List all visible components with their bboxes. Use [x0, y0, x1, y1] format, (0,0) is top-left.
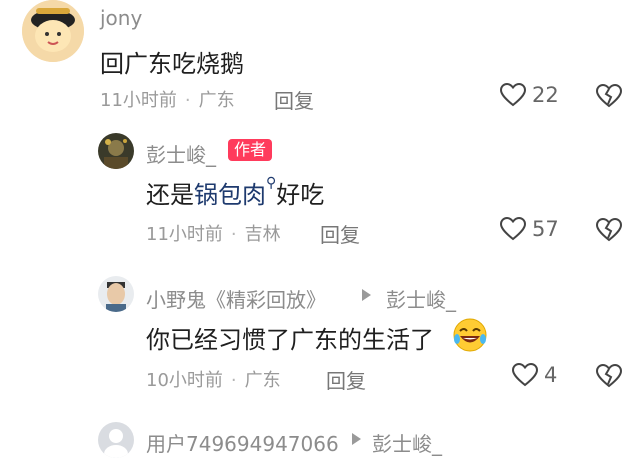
reply-arrow-icon	[350, 432, 362, 446]
username[interactable]: jony	[100, 6, 142, 30]
like-button[interactable]: 4	[512, 363, 557, 387]
comment-time: 11小时前	[146, 224, 223, 245]
heart-icon	[512, 363, 538, 387]
comment-text: 还是锅包肉⚲好吃	[146, 175, 324, 210]
reply-arrow-icon	[360, 288, 372, 302]
like-count: 57	[532, 217, 559, 241]
comment-location: 吉林	[244, 224, 281, 245]
avatar[interactable]	[98, 133, 134, 169]
comment-meta: 10小时前 · 广东	[146, 370, 281, 391]
reply-to-username[interactable]: 彭士峻_	[372, 428, 442, 457]
author-badge: 作者	[228, 139, 273, 161]
dislike-button[interactable]	[596, 218, 622, 242]
like-count: 22	[532, 83, 559, 107]
reply-button[interactable]: 回复	[320, 219, 360, 248]
broken-heart-icon	[596, 84, 622, 108]
avatar[interactable]	[98, 276, 134, 312]
username[interactable]: 彭士峻_	[146, 139, 216, 168]
broken-heart-icon	[596, 364, 622, 388]
dislike-button[interactable]	[596, 364, 622, 388]
search-icon[interactable]: ⚲	[266, 175, 276, 191]
reply-to-username[interactable]: 彭士峻_	[386, 284, 456, 313]
comment-location: 广东	[244, 370, 281, 391]
comment-meta: 11小时前 · 吉林	[146, 224, 281, 245]
heart-icon	[500, 83, 526, 107]
reply-button[interactable]: 回复	[326, 365, 366, 394]
username[interactable]: 用户749694947066	[146, 428, 339, 457]
like-count: 4	[544, 363, 558, 387]
avatar[interactable]	[22, 0, 84, 62]
comment-text-before: 还是	[146, 181, 194, 209]
avatar[interactable]	[98, 422, 134, 458]
comment-location: 广东	[198, 90, 235, 111]
reply-button[interactable]: 回复	[274, 85, 314, 114]
dislike-button[interactable]	[596, 84, 622, 108]
search-keyword-link[interactable]: 锅包肉	[194, 181, 266, 209]
like-button[interactable]: 57	[500, 217, 559, 241]
comment-text: 回广东吃烧鹅	[100, 50, 244, 78]
comment-time: 11小时前	[100, 90, 177, 111]
laughing-emoji-icon	[452, 317, 488, 353]
comment-time: 10小时前	[146, 370, 223, 391]
comment-text: 你已经习惯了广东的生活了	[146, 326, 434, 354]
heart-icon	[500, 217, 526, 241]
comment-text-after: 好吃	[276, 181, 325, 209]
broken-heart-icon	[596, 218, 622, 242]
like-button[interactable]: 22	[500, 83, 559, 107]
username[interactable]: 小野鬼《精彩回放》	[146, 284, 326, 313]
comment-meta: 11小时前 · 广东	[100, 90, 235, 111]
